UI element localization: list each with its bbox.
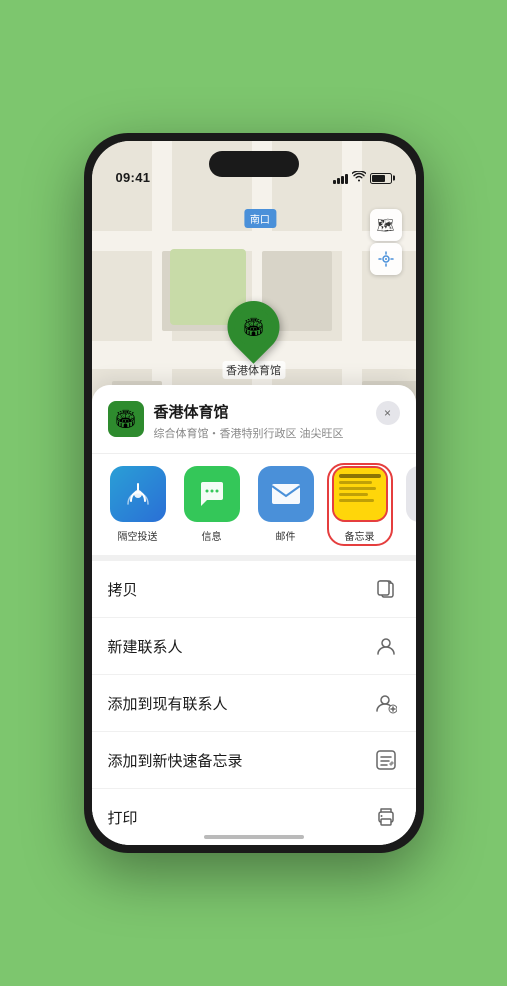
messages-icon (184, 466, 240, 522)
map-controls: 🗺 (370, 209, 402, 275)
quick-notes-icon (372, 746, 400, 774)
signal-bar-3 (341, 176, 344, 184)
close-button[interactable]: × (376, 401, 400, 425)
action-new-contact-label: 新建联系人 (108, 636, 183, 657)
marker-inner: 🏟 (235, 308, 273, 346)
share-item-mail[interactable]: 邮件 (256, 466, 316, 543)
share-item-more[interactable]: 拖 (404, 466, 416, 543)
place-name: 香港体育馆 (154, 401, 366, 422)
notes-line-4 (339, 493, 368, 496)
mail-icon (258, 466, 314, 522)
marker-pin: 🏟 (217, 290, 291, 364)
notes-line-1 (339, 474, 381, 478)
location-button[interactable] (370, 243, 402, 275)
signal-bar-2 (337, 178, 340, 184)
signal-bar-4 (345, 174, 348, 184)
action-copy-label: 拷贝 (108, 579, 138, 600)
add-to-contact-icon (372, 689, 400, 717)
airdrop-icon (110, 466, 166, 522)
more-icon (406, 466, 416, 522)
action-add-to-contact-label: 添加到现有联系人 (108, 693, 228, 714)
copy-icon (372, 575, 400, 603)
share-item-messages[interactable]: 信息 (182, 466, 242, 543)
share-item-airdrop[interactable]: 隔空投送 (108, 466, 168, 543)
map-type-button[interactable]: 🗺 (370, 209, 402, 241)
share-item-notes[interactable]: 备忘录 (330, 466, 390, 543)
place-icon: 🏟 (108, 401, 144, 437)
action-list: 拷贝 新建联系人 (92, 561, 416, 845)
print-icon (372, 803, 400, 831)
signal-bars-icon (333, 173, 348, 184)
action-copy[interactable]: 拷贝 (92, 561, 416, 618)
status-icons (333, 171, 392, 185)
place-header: 🏟 香港体育馆 综合体育馆・香港特别行政区 油尖旺区 × (92, 385, 416, 454)
notes-line-5 (339, 499, 375, 502)
battery-fill (372, 175, 386, 182)
dynamic-island (209, 151, 299, 177)
action-add-to-notes-label: 添加到新快速备忘录 (108, 750, 243, 771)
new-contact-icon (372, 632, 400, 660)
signal-bar-1 (333, 180, 336, 184)
share-label-airdrop: 隔空投送 (118, 528, 158, 543)
notes-line-2 (339, 481, 373, 484)
notes-icon (332, 466, 388, 522)
share-label-mail: 邮件 (276, 528, 296, 543)
phone-screen: 09:41 (92, 141, 416, 845)
share-label-messages: 信息 (202, 528, 222, 543)
phone-frame: 09:41 (84, 133, 424, 853)
bottom-sheet: 🏟 香港体育馆 综合体育馆・香港特别行政区 油尖旺区 × (92, 385, 416, 845)
map-label-prefix: 南口 (250, 215, 270, 226)
battery-icon (370, 173, 392, 184)
action-print-label: 打印 (108, 807, 138, 828)
share-label-notes: 备忘录 (345, 528, 375, 543)
notes-icon-img (334, 468, 386, 520)
home-indicator (204, 835, 304, 839)
share-row: 隔空投送 信息 (92, 454, 416, 561)
stadium-marker[interactable]: 🏟 香港体育馆 (222, 301, 285, 379)
notes-line-3 (339, 487, 377, 490)
action-new-contact[interactable]: 新建联系人 (92, 618, 416, 675)
status-time: 09:41 (116, 170, 151, 185)
action-add-to-notes[interactable]: 添加到新快速备忘录 (92, 732, 416, 789)
action-add-to-contact[interactable]: 添加到现有联系人 (92, 675, 416, 732)
wifi-icon (352, 171, 366, 185)
place-subtitle: 综合体育馆・香港特别行政区 油尖旺区 (154, 425, 366, 441)
place-info: 香港体育馆 综合体育馆・香港特别行政区 油尖旺区 (154, 401, 366, 441)
map-label: 南口 (244, 209, 276, 228)
